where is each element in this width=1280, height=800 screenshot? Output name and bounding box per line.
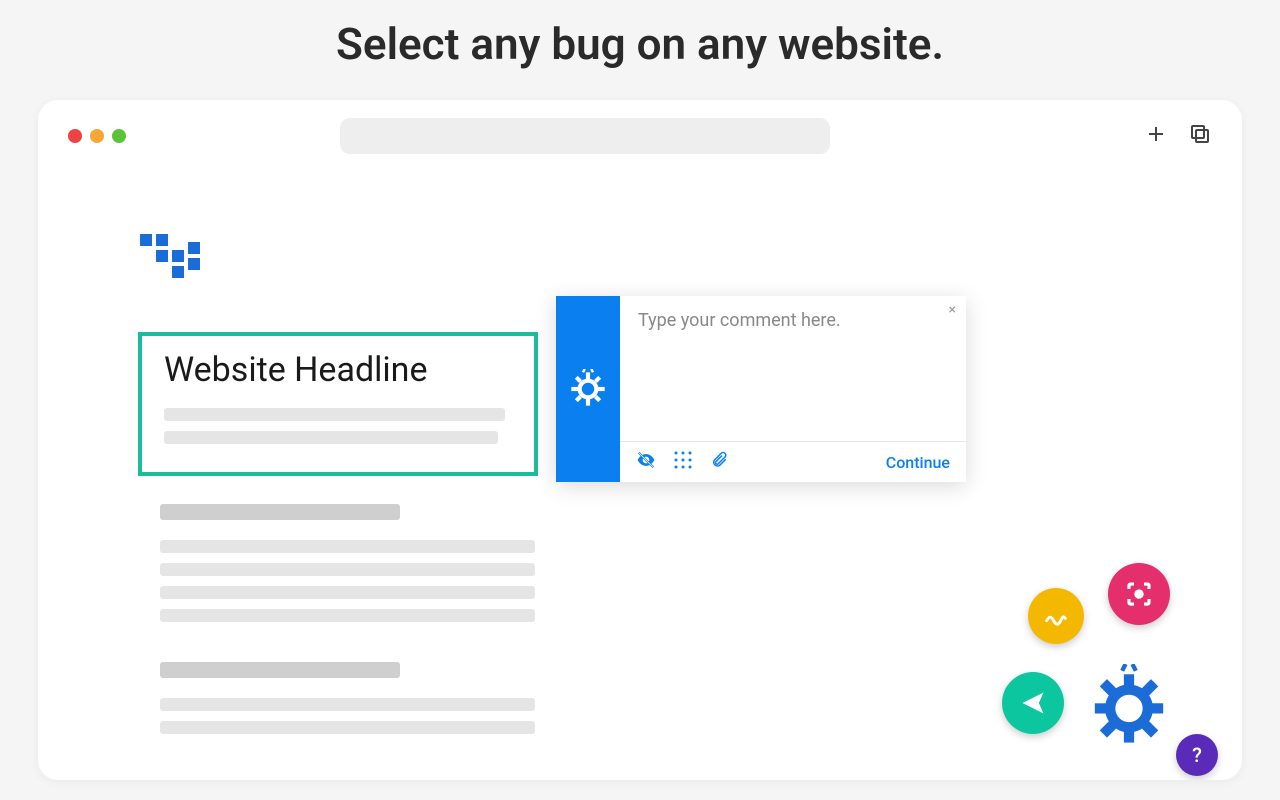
visibility-off-icon xyxy=(636,450,656,470)
comment-popup-handle[interactable] xyxy=(556,296,620,482)
skeleton-line xyxy=(160,586,535,599)
capture-fab[interactable] xyxy=(1108,563,1170,625)
draw-fab[interactable] xyxy=(1028,588,1084,644)
grid-button[interactable] xyxy=(674,451,692,473)
bug-gear-icon xyxy=(568,369,608,409)
capture-icon xyxy=(1124,579,1154,609)
browser-chrome xyxy=(38,100,1242,172)
skeleton-line xyxy=(164,431,498,444)
bug-selection-region[interactable]: Website Headline xyxy=(138,332,538,476)
skeleton-line xyxy=(160,721,535,734)
traffic-light-close xyxy=(68,129,82,143)
plus-icon xyxy=(1144,122,1168,146)
draw-icon xyxy=(1042,602,1070,630)
attachment-icon xyxy=(710,450,728,470)
content-block xyxy=(160,504,535,622)
traffic-light-minimize xyxy=(90,129,104,143)
comment-popup: × xyxy=(556,296,966,482)
continue-button[interactable]: Continue xyxy=(886,453,950,472)
help-fab[interactable]: ? xyxy=(1176,734,1218,776)
grid-icon xyxy=(674,451,692,469)
send-fab[interactable] xyxy=(1002,672,1064,734)
attachment-button[interactable] xyxy=(710,450,728,474)
comment-footer: Continue xyxy=(620,441,966,482)
bug-gear-icon xyxy=(1088,664,1170,746)
page-title: Select any bug on any website. xyxy=(0,0,1280,100)
traffic-lights xyxy=(68,129,126,143)
content-block xyxy=(160,662,535,734)
traffic-light-maximize xyxy=(112,129,126,143)
close-comment-button[interactable]: × xyxy=(949,302,956,318)
new-tab-button[interactable] xyxy=(1144,122,1168,150)
skeleton-line xyxy=(160,609,535,622)
browser-window-mockup: Website Headline xyxy=(38,100,1242,780)
bug-report-fab[interactable] xyxy=(1088,664,1170,750)
skeleton-line xyxy=(160,563,535,576)
help-icon: ? xyxy=(1192,743,1202,767)
address-bar[interactable] xyxy=(340,118,830,154)
copy-button[interactable] xyxy=(1188,122,1212,150)
visibility-toggle-button[interactable] xyxy=(636,450,656,474)
skeleton-line xyxy=(160,698,535,711)
comment-input[interactable] xyxy=(620,296,966,441)
copy-icon xyxy=(1188,122,1212,146)
skeleton-line xyxy=(160,540,535,553)
close-icon: × xyxy=(949,302,956,318)
website-headline: Website Headline xyxy=(164,350,512,390)
skeleton-heading xyxy=(160,662,400,678)
website-logo xyxy=(138,232,1142,292)
send-icon xyxy=(1019,689,1047,717)
arrows-logo-icon xyxy=(138,232,216,288)
skeleton-line xyxy=(164,408,505,421)
skeleton-heading xyxy=(160,504,400,520)
